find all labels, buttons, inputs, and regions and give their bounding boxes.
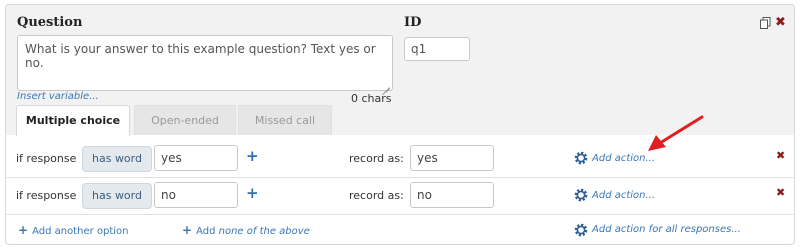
keyword-input[interactable]: no [154, 182, 238, 208]
tab-missed-call[interactable]: Missed call [238, 105, 332, 135]
resize-grip-icon[interactable] [382, 80, 390, 88]
option-row: if response has word no + record as: no … [6, 178, 794, 214]
if-response-label: if response [16, 152, 77, 165]
match-type-button[interactable]: has word [82, 146, 152, 172]
question-panel: Question ID What is your answer to this … [5, 4, 795, 245]
add-none-prefix: Add [196, 226, 216, 237]
question-label: Question [17, 15, 83, 30]
add-none-of-the-above-link[interactable]: + Add none of the above [182, 223, 310, 237]
keyword-input[interactable]: yes [154, 145, 238, 171]
plus-icon: + [18, 223, 29, 237]
add-keyword-icon[interactable]: + [246, 147, 259, 165]
gear-icon[interactable] [574, 223, 588, 237]
remove-option-icon[interactable]: ✖ [776, 149, 785, 162]
record-as-input[interactable]: yes [410, 145, 494, 171]
add-keyword-icon[interactable]: + [246, 184, 259, 202]
remove-option-icon[interactable]: ✖ [776, 186, 785, 199]
tab-open-ended[interactable]: Open-ended [134, 105, 236, 135]
gear-icon[interactable] [574, 151, 588, 165]
record-as-label: record as: [349, 189, 404, 202]
copy-icon[interactable] [760, 17, 771, 29]
tab-multiple-choice[interactable]: Multiple choice [16, 105, 130, 136]
add-action-link[interactable]: Add action... [592, 190, 655, 201]
option-footer: + Add another option + Add none of the abo… [6, 215, 794, 244]
id-input[interactable]: q1 [404, 37, 470, 61]
record-as-label: record as: [349, 152, 404, 165]
gear-icon[interactable] [574, 188, 588, 202]
record-as-input[interactable]: no [410, 182, 494, 208]
plus-icon: + [182, 223, 193, 237]
question-text: What is your answer to this example ques… [25, 42, 376, 70]
question-textarea[interactable]: What is your answer to this example ques… [17, 35, 393, 91]
delete-question-icon[interactable]: ✖ [775, 15, 786, 30]
insert-variable-link[interactable]: Insert variable... [17, 91, 99, 102]
add-none-label: none of the above [218, 226, 310, 237]
char-count: 0 chars [351, 92, 392, 105]
annotation-arrow-icon [648, 115, 704, 151]
id-label: ID [404, 15, 422, 30]
match-type-button[interactable]: has word [82, 183, 152, 209]
add-another-option-label: Add another option [32, 226, 129, 237]
if-response-label: if response [16, 189, 77, 202]
add-another-option-link[interactable]: + Add another option [18, 223, 129, 237]
add-action-all-responses-link[interactable]: Add action for all responses... [592, 224, 741, 235]
